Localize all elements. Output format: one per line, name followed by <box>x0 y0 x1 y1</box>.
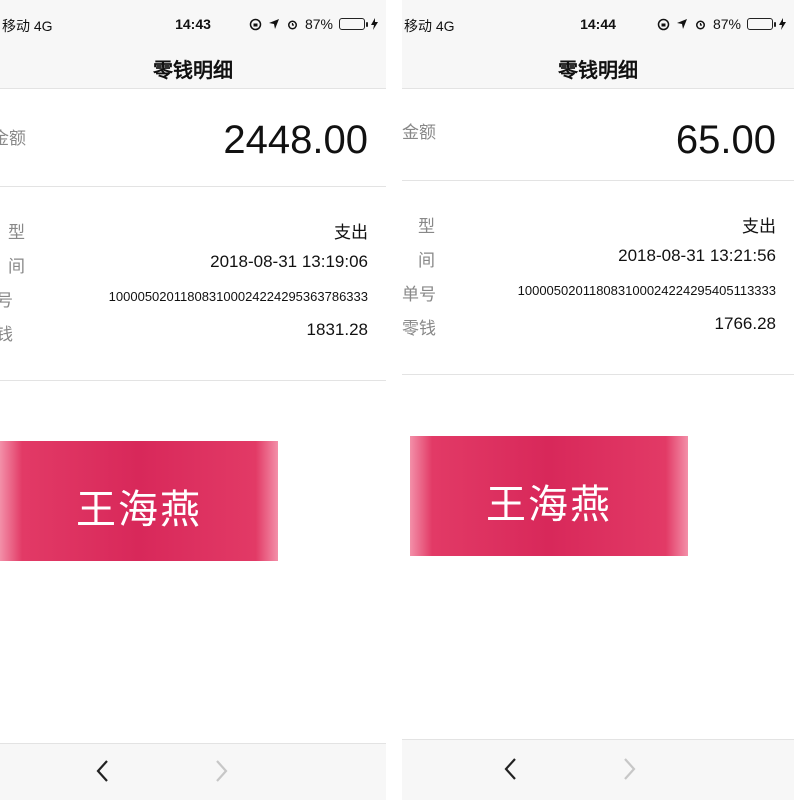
detail-value: 2018-08-31 13:21:56 <box>618 246 776 265</box>
detail-row-time: 间 2018-08-31 13:21:56 <box>402 246 794 270</box>
status-bar: 移动 4G 14:43 87% <box>0 0 386 44</box>
page-title: 零钱明细 <box>558 60 638 82</box>
detail-list: 型 支出 间 2018-08-31 13:19:06 号 10000502011… <box>0 188 386 381</box>
location-arrow-icon <box>676 19 687 29</box>
detail-value: 1831.28 <box>306 320 368 339</box>
detail-key: 间 <box>8 257 25 276</box>
detail-value: 支出 <box>742 217 776 236</box>
detail-value: 100005020118083100024224295363786333 <box>108 289 368 304</box>
page-title: 零钱明细 <box>153 60 233 82</box>
amount-label: 金额 <box>0 129 26 148</box>
forward-chevron-icon[interactable] <box>210 758 232 784</box>
back-chevron-icon[interactable] <box>92 758 114 784</box>
screenshot-right: 移动 4G 14:44 87% 零钱明细 金额 65.00 型 支出 间 201… <box>402 0 794 800</box>
detail-row-balance: 零钱 1766.28 <box>402 314 794 338</box>
amount-row: 金额 65.00 <box>402 90 794 181</box>
amount-value: 2448.00 <box>223 118 368 162</box>
charging-bolt-icon <box>371 18 378 30</box>
detail-list: 型 支出 间 2018-08-31 13:21:56 单号 1000050201… <box>402 182 794 375</box>
charging-bolt-icon <box>779 18 786 30</box>
nav-bar: 零钱明细 <box>0 44 386 89</box>
battery-icon <box>747 18 776 30</box>
name-stamp: 王海燕 <box>0 441 278 561</box>
stamp-name: 王海燕 <box>76 488 202 532</box>
detail-key: 单号 <box>402 285 436 304</box>
orientation-lock-icon <box>249 18 262 30</box>
bottom-toolbar <box>402 739 794 800</box>
bottom-toolbar <box>0 743 386 800</box>
amount-value: 65.00 <box>675 118 776 162</box>
detail-row-type: 型 支出 <box>402 212 794 236</box>
nav-bar: 零钱明细 <box>402 44 794 89</box>
amount-row: 金额 2448.00 <box>0 90 386 187</box>
alarm-clock-icon <box>695 20 705 29</box>
detail-row-type: 型 支出 <box>0 218 386 242</box>
battery-percent: 87% <box>712 16 741 32</box>
detail-key: 间 <box>418 251 435 270</box>
detail-row-order-number: 号 100005020118083100024224295363786333 <box>0 286 386 310</box>
detail-key: 号 <box>0 291 13 310</box>
detail-row-order-number: 单号 100005020118083100024224295405113333 <box>402 280 794 304</box>
divider <box>386 0 402 800</box>
screenshot-left: 移动 4G 14:43 87% 零钱明细 金额 2448.00 型 支出 间 2… <box>0 0 386 800</box>
orientation-lock-icon <box>657 18 670 30</box>
detail-key: 钱 <box>0 325 13 344</box>
detail-key: 型 <box>8 223 25 242</box>
amount-label: 金额 <box>402 123 436 142</box>
status-bar: 移动 4G 14:44 87% <box>402 0 794 44</box>
detail-value: 1766.28 <box>714 314 776 333</box>
status-icons: 87% <box>249 16 378 32</box>
battery-percent: 87% <box>304 16 333 32</box>
stamp-name: 王海燕 <box>486 483 612 527</box>
detail-value: 支出 <box>334 223 368 242</box>
back-chevron-icon[interactable] <box>500 756 522 782</box>
status-icons: 87% <box>657 16 786 32</box>
name-stamp: 王海燕 <box>410 436 688 556</box>
detail-key: 型 <box>418 217 435 236</box>
detail-row-balance: 钱 1831.28 <box>0 320 386 344</box>
battery-icon <box>339 18 368 30</box>
detail-row-time: 间 2018-08-31 13:19:06 <box>0 252 386 276</box>
forward-chevron-icon[interactable] <box>618 756 640 782</box>
location-arrow-icon <box>268 19 279 29</box>
detail-key: 零钱 <box>402 319 436 338</box>
detail-value: 100005020118083100024224295405113333 <box>517 283 776 298</box>
alarm-clock-icon <box>287 20 297 29</box>
detail-value: 2018-08-31 13:19:06 <box>210 252 368 271</box>
